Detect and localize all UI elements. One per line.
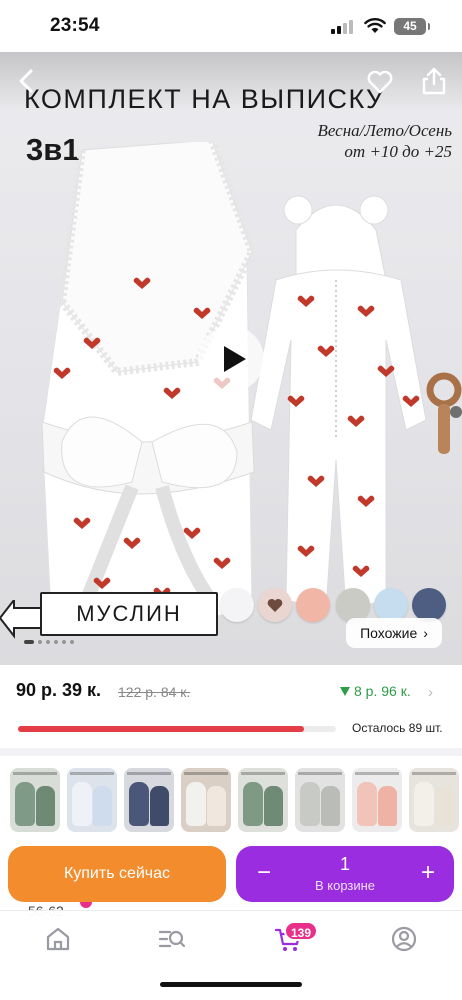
product-gallery[interactable]: КОМПЛЕКТ НА ВЫПИСКУ 3в1 Весна/Лето/Осень… [0,52,462,665]
current-price: 90 р. 39 к. [16,680,102,700]
pagination-dot [70,640,74,644]
variant-thumbnail[interactable] [352,768,402,832]
swatch [296,588,330,622]
share-button[interactable] [420,66,448,96]
swatch [374,588,408,622]
cellular-signal-icon [331,20,355,34]
swatch [336,588,370,622]
variant-thumbnail[interactable] [181,768,231,832]
section-divider [0,748,462,756]
variant-thumbnail[interactable] [238,768,288,832]
stock-remaining: Осталось 89 шт. [352,721,443,735]
catalog-search-icon[interactable] [158,925,186,953]
gallery-pagination [24,637,74,647]
pagination-dot [62,640,66,644]
profile-icon[interactable] [390,925,418,953]
similar-label: Похожие [360,625,418,641]
status-time: 23:54 [50,15,100,36]
product-image-season: Весна/Лето/Осень от +10 до +25 [317,120,452,162]
pagination-dot [24,640,34,644]
price-row: 90 р. 39 к. 122 р. 84 к. 8 р. 96 к. › [0,676,462,706]
swatch [412,588,446,622]
back-button[interactable] [12,66,42,96]
stock-progress-fill [18,726,305,732]
product-image-title: КОМПЛЕКТ НА ВЫПИСКУ [24,84,385,114]
variant-thumbnail[interactable] [295,768,345,832]
cart-count-badge: 139 [284,921,319,941]
favorite-heart-button[interactable] [366,68,394,96]
similar-button[interactable]: Похожие › [346,618,442,648]
decrease-quantity-button[interactable]: − [250,859,278,887]
cart-quantity-stepper: − 1 В корзине + [236,846,454,902]
jumpsuit-image [250,195,427,611]
variant-thumbnail[interactable] [124,768,174,832]
status-bar: 23:54 45 [0,0,462,52]
pagination-dot [38,640,42,644]
swatch [220,588,254,622]
temperature-line: от +10 до +25 [344,142,452,161]
alternative-price[interactable]: 8 р. 96 к. [354,683,411,699]
material-label: МУСЛИН [40,592,218,636]
wooden-rattle-image [426,372,462,454]
in-cart-label[interactable]: В корзине [286,878,404,893]
variant-thumbnails [10,768,462,832]
variant-thumbnail[interactable] [67,768,117,832]
swatch [258,588,292,622]
increase-quantity-button[interactable]: + [414,859,442,887]
battery-icon: 45 [394,18,430,35]
stock-progress-bar [18,726,336,732]
heart-icon [267,598,283,612]
home-icon[interactable] [44,925,72,953]
season-line: Весна/Лето/Осень [317,121,452,140]
chevron-right-icon[interactable]: › [428,684,433,701]
buy-now-button[interactable]: Купить сейчас [8,846,226,902]
variant-thumbnail[interactable] [10,768,60,832]
wifi-icon [364,18,386,33]
chevron-right-icon: › [423,625,428,641]
play-video-button[interactable] [198,326,264,392]
old-price: 122 р. 84 к. [118,684,191,700]
cart-quantity: 1 [339,854,350,874]
price-down-icon [340,687,350,696]
home-indicator [160,982,302,987]
variant-thumbnail[interactable] [409,768,459,832]
pagination-dot [46,640,50,644]
pagination-dot [54,640,58,644]
